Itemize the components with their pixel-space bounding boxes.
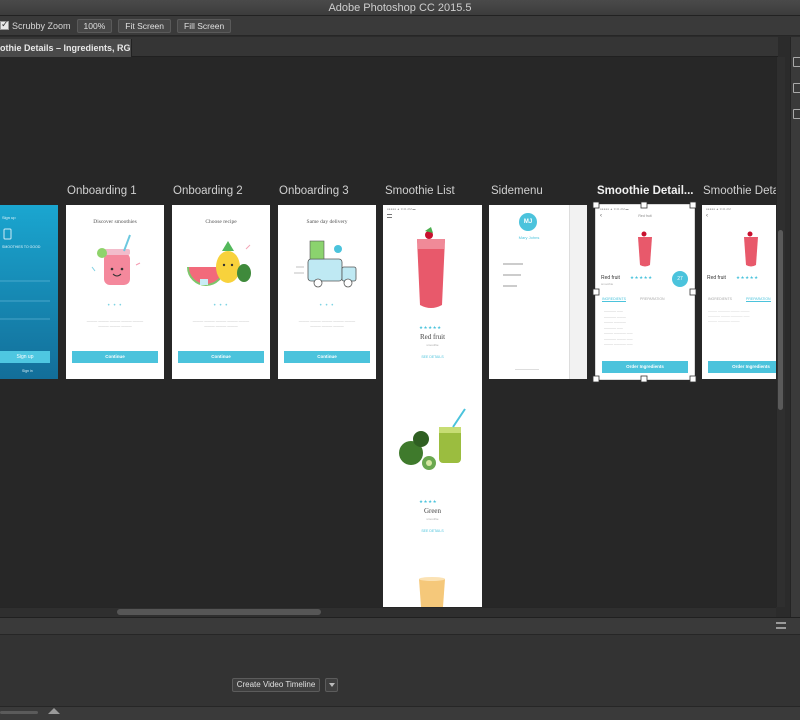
signin-link[interactable]: Sign in [22, 369, 33, 373]
product-name: Red fruit [601, 275, 620, 281]
panel-icon[interactable] [793, 109, 800, 119]
status-bar: ●●●●● ▲ 9:41 AM ▬ [600, 207, 629, 211]
signup-button[interactable]: Sign up [0, 351, 50, 363]
rating-stars: ★★★★★ [419, 325, 442, 330]
smoothie-sub: smoothie [426, 343, 439, 347]
panel-icon[interactable] [793, 83, 800, 93]
artboard-label[interactable]: Smoothie List [385, 185, 455, 197]
panel-menu-icon[interactable] [776, 622, 786, 629]
details-graphics [638, 231, 652, 267]
artboard-label[interactable]: Onboarding 2 [173, 185, 243, 197]
zoom-100-button[interactable]: 100% [76, 18, 113, 33]
menu-item[interactable] [503, 285, 517, 287]
timeline-panel-header [0, 617, 800, 635]
page-dots: • • • [107, 303, 123, 309]
menu-item[interactable] [503, 263, 523, 265]
timeline-footer [0, 706, 800, 720]
nav-title: Red fruit [638, 214, 652, 218]
menu-footer [515, 369, 539, 370]
smoothie-name: Green [423, 507, 442, 515]
onboarding-description: ——— ——— ——— ——— ——— ——— ——— ——— [86, 319, 144, 328]
timeline-options-dropdown[interactable] [325, 678, 338, 692]
details-graphics [744, 231, 758, 267]
page-dots: • • • [319, 303, 335, 309]
order-ingredients-button[interactable]: Order Ingredients [708, 361, 776, 373]
canvas-area[interactable]: Sign up SMOOTHIES TO GOOD Sign up Sign i… [0, 57, 776, 607]
artboard-smoothie-list[interactable]: ●●●●● ▲ 9:41 AM ▬ ★★★★★ Red fruit smooth… [383, 205, 482, 607]
scrubby-zoom-checkbox[interactable] [0, 19, 9, 30]
user-name: Mary Johns [518, 235, 540, 240]
panel-icon[interactable] [793, 57, 800, 67]
tab-preparation[interactable]: PREPARATION [746, 297, 771, 302]
vertical-scroll-thumb[interactable] [778, 230, 783, 410]
smoothie-name: Red fruit [419, 333, 446, 341]
artboard-onboarding-2[interactable]: Choose recipe ——— ——— ——— ——— ——— ——— ———… [172, 205, 270, 379]
artboard-onboarding-1[interactable]: Discover smoothies ——— ——— ——— ——— ——— ——… [66, 205, 164, 379]
options-bar: Scrubby Zoom 100% Fit Screen Fill Screen [0, 16, 800, 36]
onboarding-heading: Choose recipe [205, 219, 237, 225]
scrubby-zoom-label: Scrubby Zoom [12, 20, 71, 31]
back-icon[interactable]: ‹ [706, 213, 708, 219]
smoothie-list-graphics [399, 227, 466, 607]
title-bar: Adobe Photoshop CC 2015.5 [0, 0, 800, 16]
main-view-edge [569, 205, 587, 379]
order-ingredients-button[interactable]: Order Ingredients [602, 361, 688, 373]
menu-item[interactable] [503, 274, 521, 276]
rating-stars: ★★★★ [419, 499, 438, 504]
status-bar: ●●●●● ▲ 9:41 AM [706, 207, 731, 211]
tab-preparation[interactable]: PREPARATION [640, 297, 665, 301]
artboard-smoothie-details-selected[interactable]: ●●●●● ▲ 9:41 AM ▬ ‹ Red fruit Red fruit … [595, 204, 695, 380]
artboard-sidemenu[interactable]: MJ Mary Johns [489, 205, 587, 379]
artboard-smoothie-details-2[interactable]: ●●●●● ▲ 9:41 AM ‹ Red fruit ★★★★★ INGRED… [702, 205, 776, 379]
signup-title: Sign up [2, 215, 16, 220]
ingredient-list: ———— —— ———— ——— ——— ———— ———— —— ——— ———— —… [604, 309, 633, 346]
preparation-text: ——— ———— ——— ——— ———— ——— ———— —— ——— ————… [708, 309, 750, 323]
document-tab-row: othie Details – Ingredients, RGB/8) [0, 37, 778, 57]
onboarding-description: ——— ——— ——— ——— ——— ——— ——— ——— [192, 319, 250, 328]
fill-screen-button[interactable]: Fill Screen [177, 18, 232, 33]
artboard-label[interactable]: Smoothie Deta [703, 185, 776, 197]
artboard-label[interactable]: Onboarding 3 [279, 185, 349, 197]
product-sub: smoothie [601, 282, 614, 286]
photoshop-window: Adobe Photoshop CC 2015.5 Scrubby Zoom 1… [0, 0, 800, 720]
continue-button[interactable]: Continue [178, 351, 264, 363]
window-title: Adobe Photoshop CC 2015.5 [328, 2, 472, 14]
tab-ingredients[interactable]: INGREDIENTS [602, 297, 626, 302]
mountain-icon[interactable] [48, 708, 60, 714]
fit-screen-button[interactable]: Fit Screen [118, 18, 172, 33]
see-details-link[interactable]: SEE DETAILS [383, 529, 482, 533]
onboarding-description: ——— ——— ——— ——— ——— ——— ——— ——— [298, 319, 356, 328]
rating-stars: ★★★★★ [630, 275, 653, 280]
status-bar: ●●●●● ▲ 9:41 AM ▬ [387, 207, 416, 211]
create-video-timeline-button[interactable]: Create Video Timeline [232, 678, 320, 692]
artboard-label-selected[interactable]: Smoothie Detail... [597, 185, 694, 197]
rating-stars: ★★★★★ [736, 275, 759, 280]
horizontal-scroll-thumb[interactable] [117, 609, 321, 615]
tab-ingredients[interactable]: INGREDIENTS [708, 297, 732, 301]
timeline-zoom-slider[interactable] [0, 711, 38, 714]
onboarding-heading: Discover smoothies [93, 219, 137, 225]
calories-badge: 27 [672, 271, 688, 287]
artboard-label[interactable]: Onboarding 1 [67, 185, 137, 197]
right-panel-dock [790, 37, 800, 637]
menu-icon[interactable] [387, 214, 392, 218]
artboard-onboarding-3[interactable]: Same day delivery ——— ——— ——— ——— ——— ———… [278, 205, 376, 379]
product-name: Red fruit [707, 275, 726, 281]
onboarding-heading: Same day delivery [306, 219, 348, 225]
smoothie-sub: smoothie [426, 517, 439, 521]
see-details-link[interactable]: SEE DETAILS [383, 355, 482, 359]
avatar: MJ [519, 213, 537, 231]
artboard-label[interactable]: Sidemenu [491, 185, 543, 197]
page-dots: • • • [213, 303, 229, 309]
document-tab[interactable]: othie Details – Ingredients, RGB/8) [0, 39, 132, 57]
artboard-signup[interactable]: Sign up SMOOTHIES TO GOOD Sign up Sign i… [0, 205, 58, 379]
continue-button[interactable]: Continue [72, 351, 158, 363]
signup-subtitle: SMOOTHIES TO GOOD [2, 245, 41, 249]
continue-button[interactable]: Continue [284, 351, 370, 363]
